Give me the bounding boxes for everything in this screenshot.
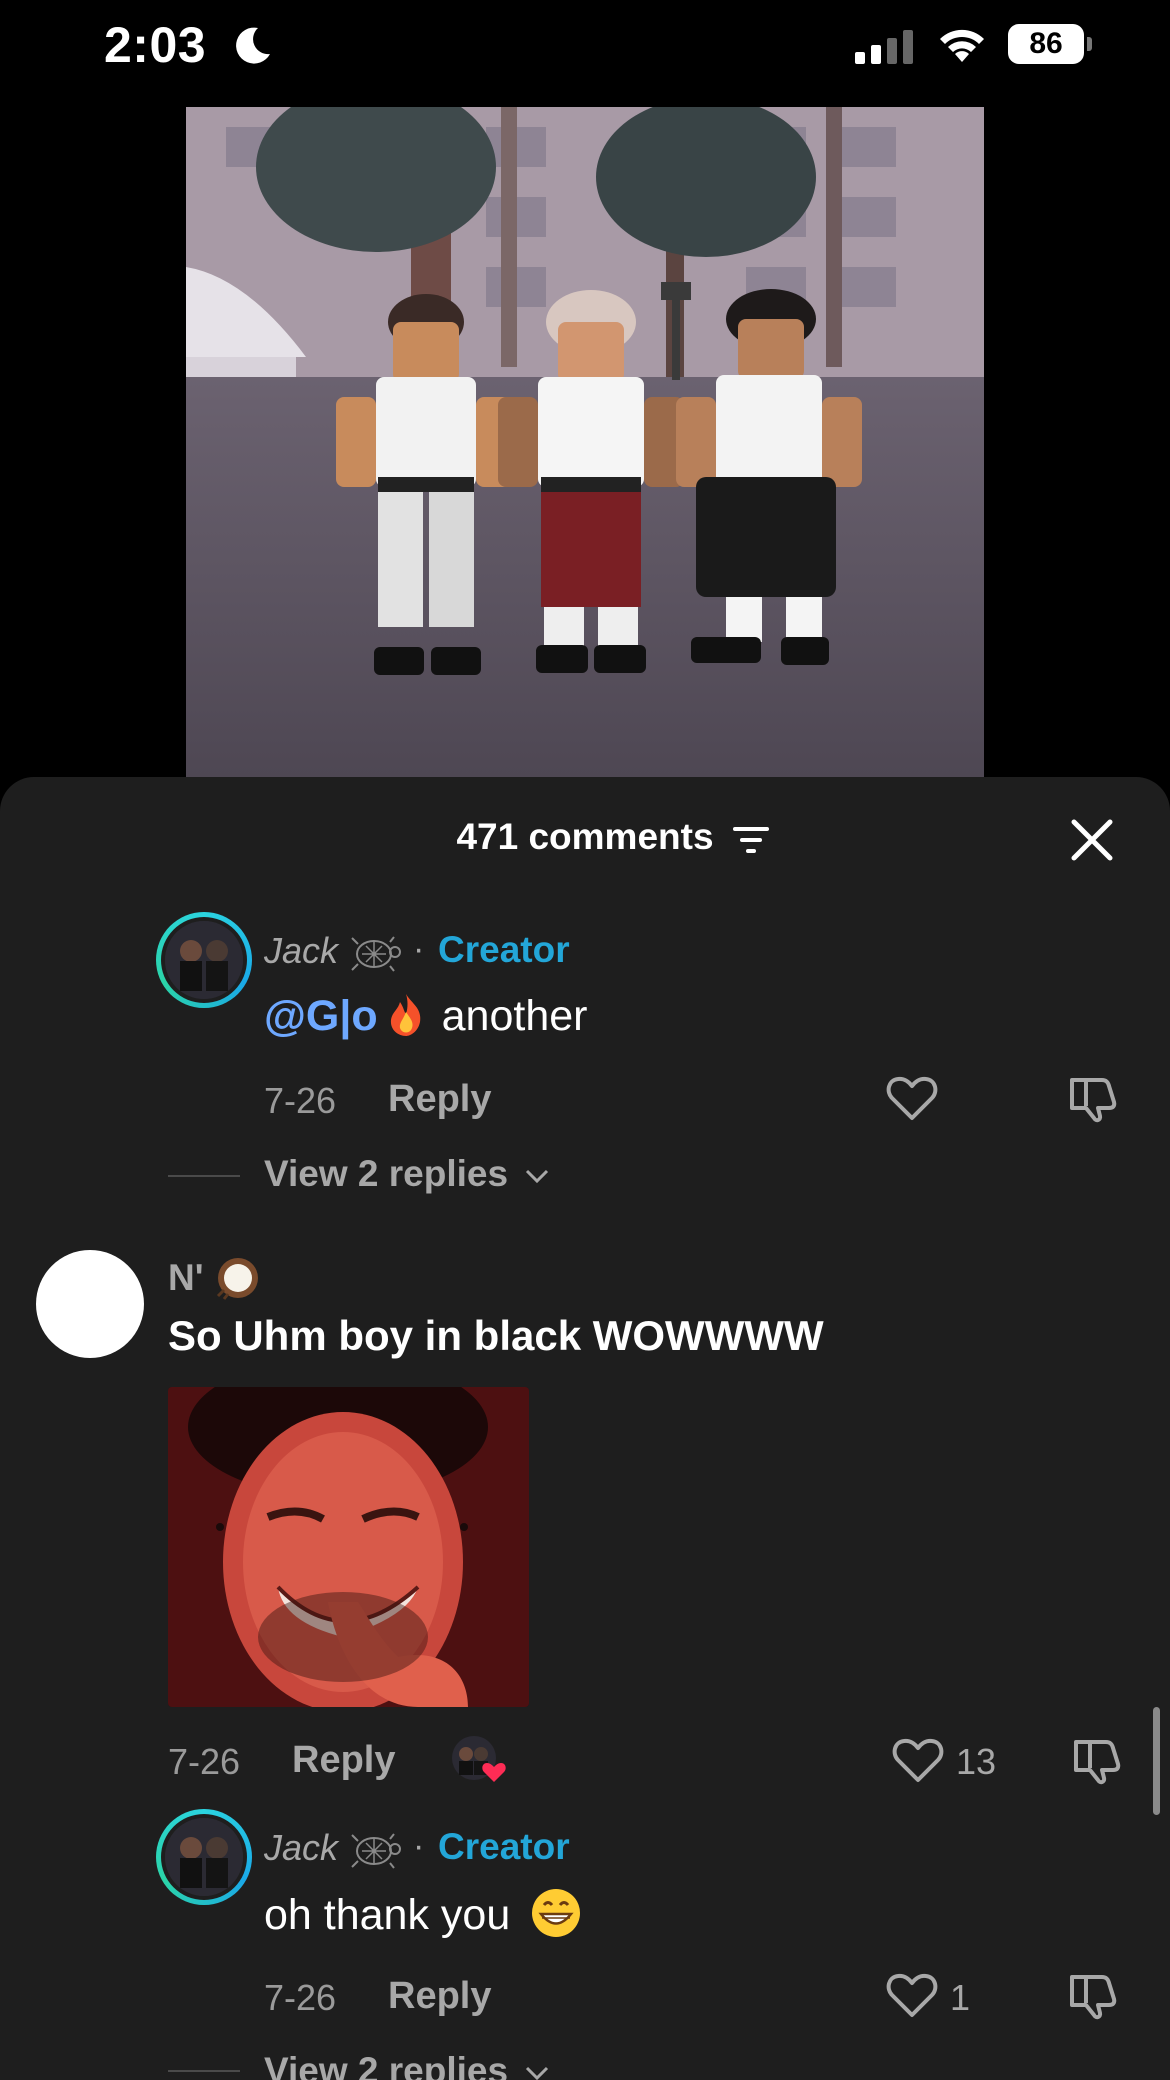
creator-liked-avatar (452, 1736, 506, 1782)
dislike-icon[interactable] (1066, 1072, 1118, 1124)
comment-author[interactable]: Jack (264, 1827, 338, 1869)
reaction-photo (168, 1387, 529, 1707)
comment-date: 7-26 (168, 1741, 241, 1782)
battery-indicator: 86 (1008, 24, 1092, 64)
comment-author[interactable]: N' (168, 1254, 262, 1300)
comment-attached-image[interactable] (168, 1387, 529, 1707)
scrollbar[interactable] (1153, 1707, 1160, 1815)
user-avatar[interactable] (36, 1250, 144, 1358)
separator-dot: · (413, 1827, 425, 1865)
moon-icon (236, 27, 270, 64)
comment-date: 7-26 (264, 1977, 337, 2018)
view-replies-label: View 2 replies (264, 1153, 509, 1194)
signal-icon (855, 30, 913, 64)
reply-button[interactable]: Reply (388, 1078, 491, 1121)
creator-badge: Creator (438, 1826, 570, 1867)
status-time: 2:03 (104, 17, 207, 73)
replies-divider (168, 1175, 240, 1177)
chevron-down-icon (526, 1170, 549, 1184)
comment-text: So Uhm boy in black WOWWWW (168, 1312, 824, 1359)
video-scene-image (186, 107, 984, 777)
heart-icon[interactable] (892, 1736, 944, 1784)
sheet-header: 471 comments (0, 816, 1170, 858)
dislike-icon[interactable] (1070, 1734, 1122, 1786)
video-player[interactable] (186, 107, 984, 777)
comment-author[interactable]: Jack (264, 930, 338, 972)
fire-emoji (390, 994, 420, 1036)
avatar-image (165, 1818, 243, 1896)
view-replies-button[interactable]: View 2 replies (264, 1153, 550, 1195)
dislike-icon[interactable] (1066, 1969, 1118, 2021)
view-replies-label: View 2 replies (264, 2050, 509, 2080)
like-count: 13 (956, 1741, 997, 1782)
turtle-icon (351, 1833, 401, 1869)
view-replies-button[interactable]: View 2 replies (264, 2050, 550, 2080)
creator-avatar[interactable] (156, 912, 252, 1008)
comment-text: @G|o another (264, 990, 587, 1041)
turtle-icon (351, 936, 401, 972)
comments-count-title: 471 comments (456, 816, 714, 857)
battery-tip (1087, 37, 1092, 51)
heart-icon[interactable] (886, 1074, 938, 1122)
wifi-icon (940, 29, 984, 62)
comment-author-name: N' (168, 1257, 204, 1298)
avatar-image (165, 921, 243, 999)
grin-emoji (532, 1889, 581, 1937)
comment-body: another (429, 992, 588, 1040)
filter-icon[interactable] (733, 825, 769, 855)
close-icon[interactable] (1070, 818, 1114, 862)
reply-button[interactable]: Reply (292, 1739, 395, 1782)
separator-dot: · (413, 930, 425, 968)
creator-badge: Creator (438, 929, 570, 970)
chevron-down-icon (526, 2067, 549, 2080)
coconut-emoji (216, 1258, 258, 1300)
comment-text: oh thank you (264, 1887, 582, 1940)
creator-avatar[interactable] (156, 1809, 252, 1905)
battery-level: 86 (1008, 24, 1084, 64)
mention-link[interactable]: @G|o (264, 992, 378, 1040)
like-count: 1 (950, 1977, 971, 2018)
comment-body: oh thank you (264, 1891, 511, 1939)
status-bar: 2:03 86 (0, 0, 1170, 96)
comment-date: 7-26 (264, 1080, 337, 1121)
reply-button[interactable]: Reply (388, 1975, 491, 2018)
replies-divider (168, 2070, 240, 2072)
heart-icon[interactable] (886, 1971, 938, 2019)
